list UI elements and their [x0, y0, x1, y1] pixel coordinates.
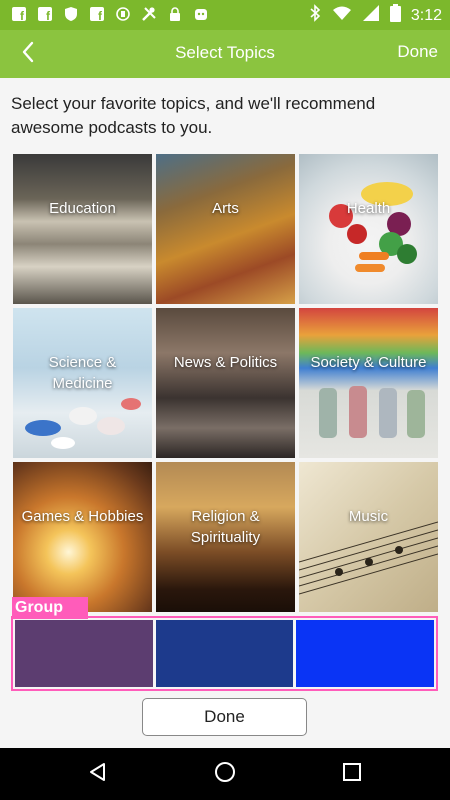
- notification-icons: f f f: [10, 5, 210, 23]
- topic-tile-education[interactable]: Education: [13, 154, 152, 304]
- intro-text: Select your favorite topics, and we'll r…: [11, 94, 376, 137]
- recents-square-icon: [342, 762, 362, 787]
- group-swatch[interactable]: [155, 620, 294, 687]
- home-circle-icon: [214, 761, 236, 788]
- sheet-music-image: [299, 462, 438, 612]
- shield-icon: [62, 5, 80, 23]
- page-title: Select Topics: [175, 43, 275, 62]
- app-header: Select Topics Done: [0, 30, 450, 78]
- topic-tile-science-medicine[interactable]: Science & Medicine: [13, 308, 152, 458]
- group-swatch[interactable]: [15, 620, 153, 687]
- facebook-icon: f: [36, 5, 54, 23]
- topic-tile-news-politics[interactable]: News & Politics: [156, 308, 295, 458]
- topic-label: Music: [348, 508, 389, 525]
- group-selection-box: [11, 616, 438, 691]
- wifi-icon: [332, 4, 352, 27]
- nav-recents-button[interactable]: [340, 762, 364, 786]
- back-triangle-icon: [88, 762, 108, 787]
- meeting-image: [156, 308, 295, 458]
- lock-icon: [166, 5, 184, 23]
- bluetooth-icon: [308, 4, 322, 27]
- topic-tile-music[interactable]: Music: [299, 462, 438, 612]
- tools-icon: [140, 5, 158, 23]
- colorful-people-image: [299, 308, 438, 458]
- circle-icon: [114, 5, 132, 23]
- battery-icon: [389, 4, 401, 27]
- topic-grid: Education Arts Health Science & Medicine…: [13, 154, 438, 612]
- salad-plate-image: [299, 154, 438, 304]
- topic-label: Religion & Spirituality: [190, 508, 261, 546]
- topic-tile-religion-spirituality[interactable]: Religion & Spirituality: [156, 462, 295, 612]
- topic-label: Society & Culture: [310, 354, 427, 371]
- system-icons: 3:12: [308, 4, 442, 27]
- topic-label: Games & Hobbies: [21, 508, 144, 525]
- signal-icon: [362, 4, 380, 27]
- topic-tile-society-culture[interactable]: Society & Culture: [299, 308, 438, 458]
- status-time: 3:12: [410, 6, 442, 24]
- header-done-button[interactable]: Done: [397, 42, 438, 62]
- topic-label: News & Politics: [173, 354, 278, 371]
- sunset-figure-image: [13, 462, 152, 612]
- topics-content: Select your favorite topics, and we'll r…: [0, 78, 450, 748]
- topic-label: Science & Medicine: [48, 354, 117, 392]
- nav-back-button[interactable]: [86, 762, 110, 786]
- books-image: [13, 154, 152, 304]
- topic-label: Arts: [212, 200, 239, 217]
- navigation-bar: [0, 748, 450, 800]
- done-button[interactable]: Done: [142, 698, 307, 736]
- android-icon: [192, 5, 210, 23]
- facebook-icon: f: [88, 5, 106, 23]
- painting-image: [156, 154, 295, 304]
- topic-label: Education: [49, 200, 116, 217]
- group-swatch[interactable]: [296, 620, 435, 687]
- nav-home-button[interactable]: [213, 761, 237, 788]
- topic-tile-games-hobbies[interactable]: Games & Hobbies: [13, 462, 152, 612]
- topic-tile-arts[interactable]: Arts: [156, 154, 295, 304]
- topic-tile-health[interactable]: Health: [299, 154, 438, 304]
- facebook-icon: f: [10, 5, 28, 23]
- topic-label: Health: [346, 200, 391, 217]
- status-bar: f f f 3:12: [0, 0, 450, 30]
